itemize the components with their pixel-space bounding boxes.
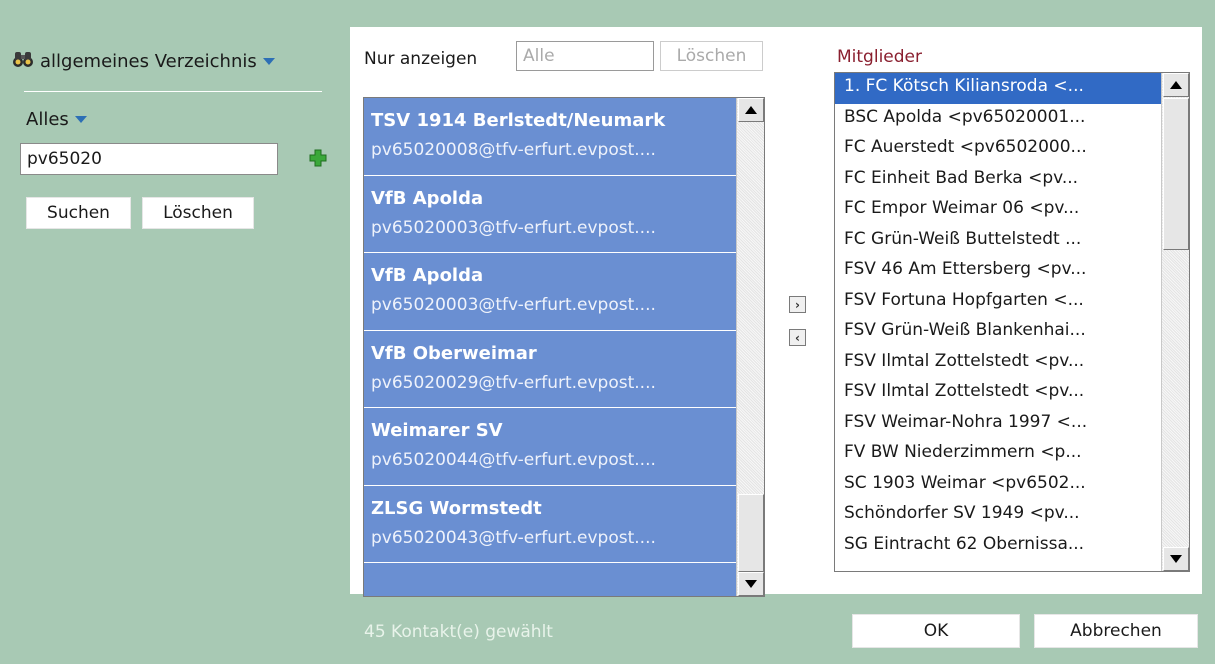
scroll-up-button[interactable] <box>1163 73 1189 97</box>
member-item[interactable]: FSV Fortuna Hopfgarten <... <box>835 287 1161 318</box>
directory-label: allgemeines Verzeichnis <box>40 50 257 72</box>
caret-down-icon <box>262 57 275 65</box>
scroll-up-button[interactable] <box>738 98 764 122</box>
contact-name: VfB Oberweimar <box>371 342 537 364</box>
scroll-down-button[interactable] <box>1163 547 1189 571</box>
member-item[interactable]: SC 1903 Weimar <pv6502... <box>835 470 1161 501</box>
clear-search-button[interactable]: Löschen <box>142 197 254 229</box>
scope-dropdown[interactable]: Alles <box>26 107 87 131</box>
contact-item[interactable]: Weimarer SV pv65020044@tfv-erfurt.evpost.… <box>364 408 736 486</box>
contact-name: VfB Apolda <box>371 187 484 209</box>
cancel-button[interactable]: Abbrechen <box>1034 614 1198 648</box>
member-item[interactable]: FC Auerstedt <pv6502000... <box>835 134 1161 165</box>
member-item[interactable]: FSV 46 Am Ettersberg <pv... <box>835 256 1161 287</box>
contact-email: pv65020003@tfv-erfurt.evpost.... <box>371 295 656 315</box>
filter-label: Nur anzeigen <box>364 49 478 69</box>
contact-email: pv65020008@tfv-erfurt.evpost.... <box>371 140 656 160</box>
add-member-button[interactable]: › <box>789 296 806 313</box>
arrow-up-icon <box>1170 81 1182 89</box>
member-item[interactable]: FC Grün-Weiß Buttelstedt ... <box>835 226 1161 257</box>
contact-email: pv65020043@tfv-erfurt.evpost.... <box>371 527 656 548</box>
contact-name: ZLSG Wormstedt <box>371 497 542 519</box>
divider <box>24 91 322 92</box>
filter-clear-button[interactable]: Löschen <box>660 41 763 71</box>
member-item[interactable]: FC Einheit Bad Berka <pv... <box>835 165 1161 196</box>
member-item[interactable]: FV BW Niederzimmern <p... <box>835 439 1161 470</box>
search-button[interactable]: Suchen <box>26 197 131 229</box>
contacts-list[interactable]: TSV 1914 Berlstedt/Neumark pv65020008@tfv… <box>363 97 765 597</box>
contact-item[interactable]: TSV 1914 Berlstedt/Neumark pv65020008@tfv… <box>364 98 736 176</box>
selection-panel: Nur anzeigen Löschen TSV 1914 Berlstedt/… <box>350 27 1202 597</box>
scroll-down-button[interactable] <box>738 572 764 596</box>
filter-input[interactable] <box>516 41 654 71</box>
contact-name: Weimarer SV <box>371 420 503 441</box>
contacts-scrollbar[interactable] <box>736 98 764 596</box>
ok-button[interactable]: OK <box>852 614 1020 648</box>
binoculars-icon <box>12 49 34 74</box>
remove-member-button[interactable]: ‹ <box>789 329 806 346</box>
members-list[interactable]: 1. FC Kötsch Kiliansroda <... BSC Apolda … <box>834 72 1190 572</box>
contact-email: pv65020003@tfv-erfurt.evpost.... <box>371 217 656 238</box>
member-item[interactable]: 1. FC Kötsch Kiliansroda <... <box>835 73 1161 104</box>
member-item[interactable]: Schöndorfer SV 1949 <pv... <box>835 500 1161 531</box>
search-input[interactable] <box>20 143 278 175</box>
contact-email: pv65020044@tfv-erfurt.evpost.... <box>371 450 656 470</box>
plus-icon[interactable] <box>309 149 327 167</box>
contact-email: pv65020029@tfv-erfurt.evpost.... <box>371 372 656 393</box>
selection-count: 45 Kontakt(e) gewählt <box>364 622 553 642</box>
member-item[interactable]: FC Empor Weimar 06 <pv... <box>835 195 1161 226</box>
member-item[interactable]: FSV Ilmtal Zottelstedt <pv... <box>835 348 1161 379</box>
chevron-left-icon: ‹ <box>795 330 800 345</box>
member-item[interactable]: FSV Grün-Weiß Blankenhai... <box>835 317 1161 348</box>
member-item[interactable]: BSC Apolda <pv65020001... <box>835 104 1161 135</box>
contact-item[interactable]: ZLSG Wormstedt pv65020043@tfv-erfurt.evpo… <box>364 486 736 563</box>
member-item[interactable]: SG Eintracht 62 Obernissa... <box>835 531 1161 562</box>
scroll-thumb[interactable] <box>1163 98 1189 250</box>
scope-label: Alles <box>26 108 69 130</box>
member-item[interactable]: FSV Ilmtal Zottelstedt <pv... <box>835 378 1161 409</box>
contact-item[interactable]: VfB Oberweimar pv65020029@tfv-erfurt.evpo… <box>364 331 736 408</box>
members-scrollbar[interactable] <box>1161 73 1189 571</box>
contact-name: VfB Apolda <box>371 265 484 286</box>
contact-item[interactable]: VfB Apolda pv65020003@tfv-erfurt.evpost..… <box>364 253 736 331</box>
directory-selector[interactable]: allgemeines Verzeichnis <box>12 48 275 74</box>
arrow-up-icon <box>745 106 757 114</box>
members-label: Mitglieder <box>837 47 922 67</box>
arrow-down-icon <box>1170 555 1182 563</box>
member-item[interactable]: FSV Weimar-Nohra 1997 <... <box>835 409 1161 440</box>
chevron-right-icon: › <box>795 297 800 312</box>
arrow-down-icon <box>745 580 757 588</box>
caret-down-icon <box>74 115 87 123</box>
contact-item[interactable]: VfB Apolda pv65020003@tfv-erfurt.evpost..… <box>364 176 736 253</box>
contact-name: TSV 1914 Berlstedt/Neumark <box>371 110 666 131</box>
scroll-thumb[interactable] <box>738 494 764 572</box>
